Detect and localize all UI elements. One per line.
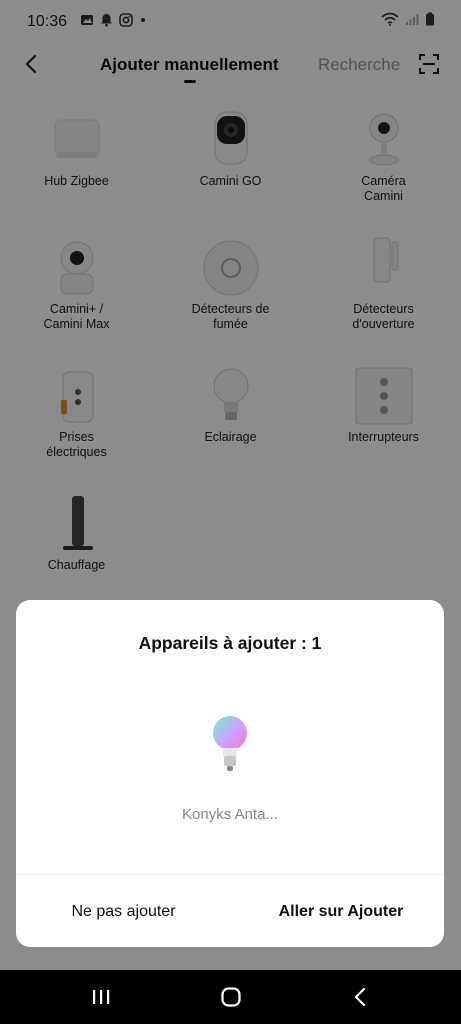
back-icon (354, 987, 366, 1007)
dialog-title: Appareils à ajouter : 1 (138, 633, 322, 653)
rgb-bulb-icon (213, 716, 247, 771)
go-to-add-button[interactable]: Aller sur Ajouter (256, 895, 426, 929)
home-button[interactable] (216, 982, 246, 1012)
recent-apps-button[interactable] (86, 982, 116, 1012)
devices-to-add-dialog: Appareils à ajouter : 1 Konyks Anta... N… (16, 600, 444, 947)
nav-back-button[interactable] (345, 982, 375, 1012)
home-icon (221, 987, 241, 1007)
skip-button[interactable]: Ne pas ajouter (46, 895, 201, 929)
device-name: Konyks Anta... (182, 806, 278, 823)
recent-apps-icon (93, 990, 110, 1004)
divider (16, 874, 444, 875)
navigation-bar (0, 970, 461, 1024)
